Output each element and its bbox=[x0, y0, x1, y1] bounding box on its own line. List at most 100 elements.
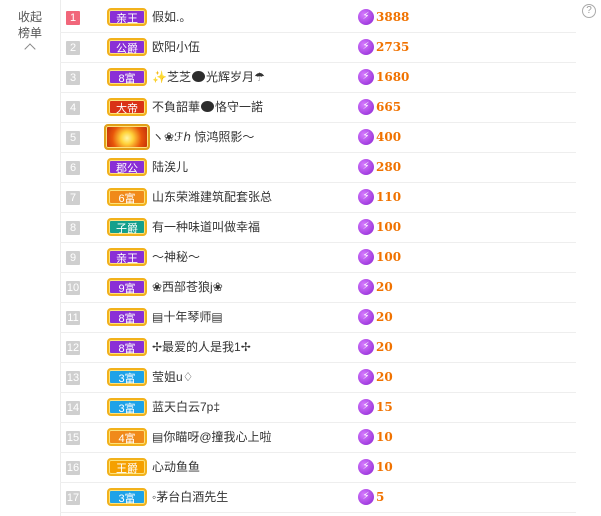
contribution-score: 110 bbox=[376, 190, 402, 204]
user-name[interactable]: 莹姐u♢ bbox=[152, 363, 193, 392]
collapse-ranking-button[interactable]: 收起 榜单 bbox=[14, 9, 46, 55]
user-name-text: ▤你瞄呀@撞我心上啦 bbox=[152, 430, 272, 444]
user-name-suffix: 光辉岁月☂ bbox=[205, 70, 265, 84]
user-name[interactable]: ✨芝芝 光辉岁月☂ bbox=[152, 63, 265, 92]
noble-badge-icon: 3富 bbox=[107, 488, 147, 506]
lightning-icon: ⚡ bbox=[358, 129, 374, 145]
contribution-score: 10 bbox=[376, 460, 393, 474]
rank-number: 15 bbox=[66, 431, 80, 445]
collapse-label-2: 榜单 bbox=[17, 26, 42, 40]
sidebar: 收起 榜单 bbox=[0, 0, 61, 516]
lightning-icon: ⚡ bbox=[358, 219, 374, 235]
noble-badge-icon: 8富 bbox=[107, 68, 147, 86]
user-name-text: ヽ❀ℱℎ 惊鸿照影～ bbox=[152, 130, 255, 144]
contribution-score: 100 bbox=[376, 250, 402, 264]
ranking-row[interactable]: 9 亲王 ～神秘～ ⚡ 100 bbox=[60, 243, 576, 273]
noble-badge-icon: 亲王 bbox=[107, 248, 147, 266]
contribution-score: 5 bbox=[376, 490, 385, 504]
ranking-row[interactable]: 3 8富 ✨芝芝 光辉岁月☂ ⚡ 1680 bbox=[60, 63, 576, 93]
user-name[interactable]: ❀西部苍狼j❀ bbox=[152, 273, 223, 302]
rank-number: 13 bbox=[66, 371, 80, 385]
rank-number: 10 bbox=[66, 281, 80, 295]
contribution-score: 400 bbox=[376, 130, 402, 144]
rank-number: 2 bbox=[66, 41, 80, 55]
ranking-row[interactable]: 2 公爵 欧阳小伍 ⚡ 2735 bbox=[60, 33, 576, 63]
lightning-icon: ⚡ bbox=[358, 159, 374, 175]
help-icon[interactable]: ? bbox=[582, 4, 596, 18]
contribution-score: 20 bbox=[376, 340, 393, 354]
rank-number: 17 bbox=[66, 491, 80, 505]
ranking-row[interactable]: 17 3富 ◦茅台白酒先生 ⚡ 5 bbox=[60, 483, 576, 513]
ranking-row[interactable]: 16 王爵 心动鱼鱼 ⚡ 10 bbox=[60, 453, 576, 483]
rank-number: 12 bbox=[66, 341, 80, 355]
noble-badge-icon: 3富 bbox=[107, 398, 147, 416]
contribution-score: 20 bbox=[376, 310, 393, 324]
user-name[interactable]: ▤十年琴师▤ bbox=[152, 303, 223, 332]
user-name-text: 心动鱼鱼 bbox=[152, 460, 201, 474]
user-name[interactable]: 蓝天白云7p‡ bbox=[152, 393, 220, 422]
lightning-icon: ⚡ bbox=[358, 249, 374, 265]
lightning-icon: ⚡ bbox=[358, 489, 374, 505]
rank-number: 11 bbox=[66, 311, 80, 325]
ranking-row[interactable]: 4 大帝 不負韶華 恪守一諾 ⚡ 665 bbox=[60, 93, 576, 123]
collapse-label: 收起 bbox=[17, 10, 42, 24]
lightning-icon: ⚡ bbox=[358, 279, 374, 295]
contribution-score: 3888 bbox=[376, 10, 410, 24]
emoji-icon bbox=[201, 101, 215, 112]
user-name[interactable]: 欧阳小伍 bbox=[152, 33, 200, 62]
user-name-text: 有一种味道叫做幸福 bbox=[152, 220, 261, 234]
noble-badge-icon: 亲王 bbox=[107, 8, 147, 26]
user-name-text: ✢最爱的人是我1✢ bbox=[152, 340, 251, 354]
rank-number: 6 bbox=[66, 161, 80, 175]
contribution-score: 10 bbox=[376, 430, 393, 444]
contribution-score: 2735 bbox=[376, 40, 410, 54]
ranking-row[interactable]: 1 亲王 假如.。 ⚡ 3888 bbox=[60, 3, 576, 33]
contribution-score: 20 bbox=[376, 280, 393, 294]
lightning-icon: ⚡ bbox=[358, 189, 374, 205]
user-name-text: 欧阳小伍 bbox=[152, 40, 201, 54]
rank-number: 9 bbox=[66, 251, 80, 265]
ranking-row[interactable]: 7 6富 山东荣潍建筑配套张总 ⚡ 110 bbox=[60, 183, 576, 213]
rank-number: 8 bbox=[66, 221, 80, 235]
user-name-text: 山东荣潍建筑配套张总 bbox=[152, 190, 273, 204]
ranking-row[interactable]: 6 郡公 陆涘儿 ⚡ 280 bbox=[60, 153, 576, 183]
ranking-row[interactable]: 12 8富 ✢最爱的人是我1✢ ⚡ 20 bbox=[60, 333, 576, 363]
ranking-row[interactable]: 13 3富 莹姐u♢ ⚡ 20 bbox=[60, 363, 576, 393]
ranking-row[interactable]: 5 ヽ❀ℱℎ 惊鸿照影～ ⚡ 400 bbox=[60, 123, 576, 153]
user-name[interactable]: ✢最爱的人是我1✢ bbox=[152, 333, 251, 362]
ranking-row[interactable]: 11 8富 ▤十年琴师▤ ⚡ 20 bbox=[60, 303, 576, 333]
user-name[interactable]: ヽ❀ℱℎ 惊鸿照影～ bbox=[152, 123, 254, 152]
user-name[interactable]: ▤你瞄呀@撞我心上啦 bbox=[152, 423, 272, 452]
rank-number: 14 bbox=[66, 401, 80, 415]
ranking-row[interactable]: 15 4富 ▤你瞄呀@撞我心上啦 ⚡ 10 bbox=[60, 423, 576, 453]
ranking-list: 1 亲王 假如.。 ⚡ 3888 2 公爵 欧阳小伍 ⚡ 2735 3 8富 ✨芝芝 光辉岁月☂ ⚡ 1680… bbox=[60, 3, 576, 513]
noble-badge-icon: 王爵 bbox=[107, 458, 147, 476]
lightning-icon: ⚡ bbox=[358, 399, 374, 415]
noble-badge-icon: 公爵 bbox=[107, 38, 147, 56]
user-name[interactable]: ◦茅台白酒先生 bbox=[152, 483, 228, 512]
rank-number: 5 bbox=[66, 131, 80, 145]
user-name[interactable]: ～神秘～ bbox=[152, 243, 200, 272]
noble-badge-icon: 3富 bbox=[107, 368, 147, 386]
ranking-row[interactable]: 10 9富 ❀西部苍狼j❀ ⚡ 20 bbox=[60, 273, 576, 303]
user-name[interactable]: 心动鱼鱼 bbox=[152, 453, 200, 482]
user-name-text: 陆涘儿 bbox=[152, 160, 189, 174]
lightning-icon: ⚡ bbox=[358, 339, 374, 355]
user-name[interactable]: 假如.。 bbox=[152, 3, 191, 32]
chevron-up-icon bbox=[24, 43, 36, 55]
rank-number: 4 bbox=[66, 101, 80, 115]
user-name[interactable]: 不負韶華 恪守一諾 bbox=[152, 93, 263, 122]
lightning-icon: ⚡ bbox=[358, 99, 374, 115]
ranking-row[interactable]: 8 子爵 有一种味道叫做幸福 ⚡ 100 bbox=[60, 213, 576, 243]
contribution-score: 20 bbox=[376, 370, 393, 384]
ranking-row[interactable]: 14 3富 蓝天白云7p‡ ⚡ 15 bbox=[60, 393, 576, 423]
user-name[interactable]: 有一种味道叫做幸福 bbox=[152, 213, 260, 242]
user-name-text: ▤十年琴师▤ bbox=[152, 310, 223, 324]
user-name[interactable]: 山东荣潍建筑配套张总 bbox=[152, 183, 272, 212]
lightning-icon: ⚡ bbox=[358, 369, 374, 385]
user-name[interactable]: 陆涘儿 bbox=[152, 153, 188, 182]
rank-number: 1 bbox=[66, 11, 80, 25]
contribution-score: 15 bbox=[376, 400, 393, 414]
user-name-text: ❀西部苍狼j❀ bbox=[152, 280, 223, 294]
noble-badge-icon: 4富 bbox=[107, 428, 147, 446]
